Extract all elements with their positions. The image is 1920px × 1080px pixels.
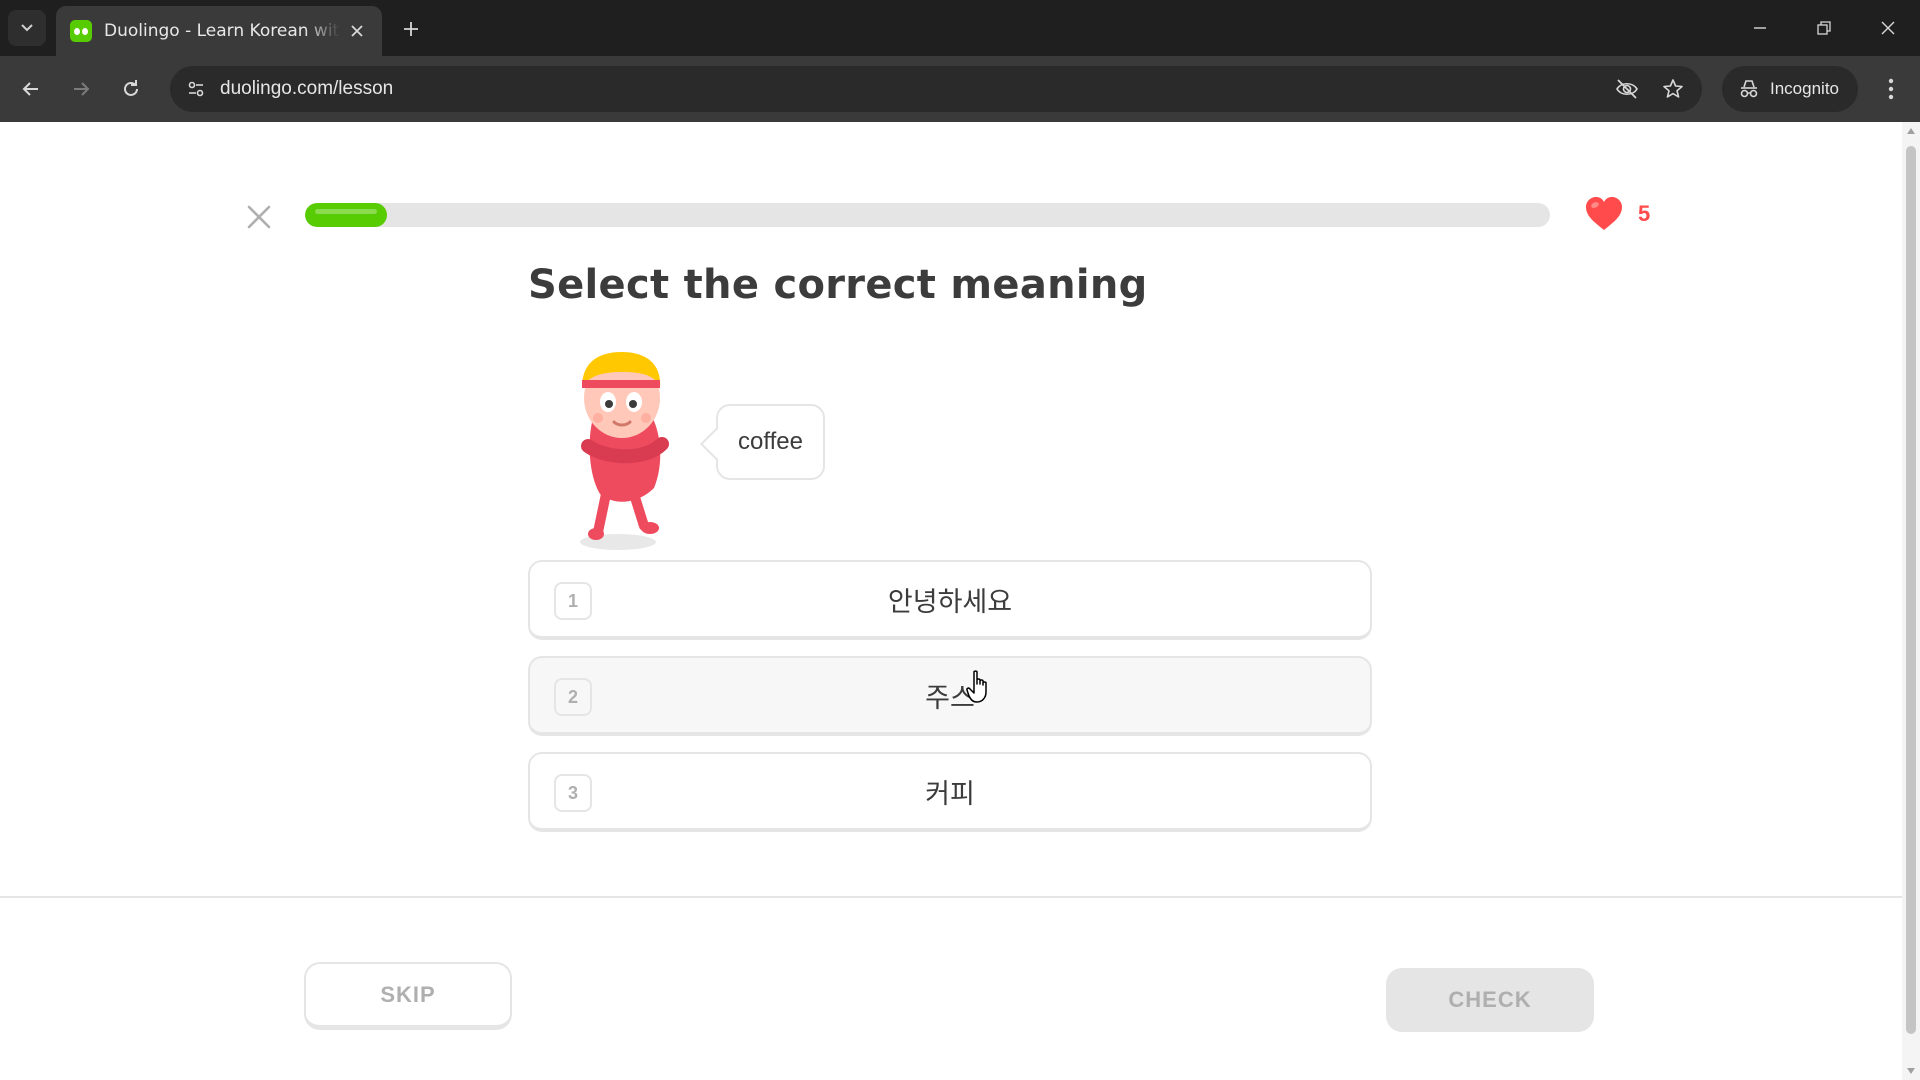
address-bar[interactable]: duolingo.com/lesson	[170, 66, 1702, 112]
choice-number: 3	[554, 774, 592, 812]
triangle-up-icon	[1907, 128, 1915, 134]
speech-bubble-word: coffee	[738, 428, 803, 455]
choice-number: 2	[554, 678, 592, 716]
duolingo-favicon	[70, 20, 92, 42]
scrollbar-thumb[interactable]	[1906, 146, 1916, 1034]
url-text[interactable]: duolingo.com/lesson	[220, 78, 393, 100]
close-icon	[247, 205, 271, 229]
tracking-protection-button[interactable]	[1612, 74, 1642, 104]
eye-off-icon	[1616, 79, 1638, 99]
quit-lesson-button[interactable]	[242, 200, 276, 234]
browser-toolbar: duolingo.com/lesson Incognito	[0, 56, 1920, 122]
new-tab-button[interactable]	[396, 14, 426, 44]
lesson-page: 5 Select the correct meaning coffee 1 안녕…	[0, 122, 1902, 1080]
lesson-progress-fill	[305, 203, 388, 227]
character-illustration	[580, 352, 669, 550]
choice-text: 커피	[925, 778, 975, 810]
window-close-button[interactable]	[1868, 10, 1908, 46]
browser-tab-bar: Duolingo - Learn Korean with lessons	[0, 0, 1920, 56]
choice-option-1[interactable]: 1 안녕하세요	[528, 560, 1372, 640]
plus-icon	[404, 22, 418, 36]
speech-bubble: coffee	[716, 404, 825, 480]
back-icon	[22, 82, 38, 96]
star-icon	[1663, 79, 1683, 98]
answer-choices: 1 안녕하세요 2 주스 3 커피	[528, 560, 1372, 848]
chevron-down-icon	[21, 24, 33, 32]
footer-divider	[0, 896, 1902, 898]
incognito-label: Incognito	[1770, 79, 1839, 98]
incognito-icon	[1740, 80, 1758, 98]
browser-menu-button[interactable]	[1874, 72, 1908, 106]
hearts-counter[interactable]: 5	[1584, 196, 1650, 232]
scroll-up-arrow[interactable]	[1906, 126, 1916, 136]
pointer-cursor-icon	[966, 670, 987, 703]
forward-icon	[74, 82, 90, 96]
reload-icon	[124, 80, 138, 96]
site-info-icon	[188, 81, 204, 97]
heart-icon	[1586, 197, 1622, 230]
tab-title: Duolingo - Learn Korean with lessons	[104, 21, 340, 41]
challenge-prompt: Select the correct meaning	[528, 262, 1148, 308]
minimize-button[interactable]	[1740, 10, 1780, 46]
more-icon	[1888, 78, 1894, 100]
page-scrollbar[interactable]	[1902, 122, 1920, 1080]
back-button[interactable]	[14, 72, 48, 106]
restore-button[interactable]	[1804, 10, 1844, 46]
choice-number: 1	[554, 582, 592, 620]
choice-text: 안녕하세요	[887, 586, 1013, 618]
skip-button[interactable]: SKIP	[304, 962, 512, 1030]
tab-close-button[interactable]	[346, 20, 368, 42]
minimize-icon	[1754, 27, 1766, 29]
choice-option-2[interactable]: 2 주스	[528, 656, 1372, 736]
hearts-count: 5	[1638, 201, 1651, 226]
choice-option-3[interactable]: 3 커피	[528, 752, 1372, 832]
site-info-button[interactable]	[180, 73, 212, 105]
bookmark-button[interactable]	[1658, 74, 1688, 104]
tab-search-button[interactable]	[8, 10, 46, 46]
reload-button[interactable]	[114, 72, 148, 106]
forward-button[interactable]	[64, 72, 98, 106]
close-icon	[351, 25, 363, 37]
incognito-badge[interactable]: Incognito	[1722, 66, 1858, 112]
lesson-progress-bar	[305, 203, 1550, 227]
check-button[interactable]: CHECK	[1386, 968, 1594, 1032]
triangle-down-icon	[1907, 1068, 1915, 1074]
scroll-down-arrow[interactable]	[1906, 1066, 1916, 1076]
restore-icon	[1817, 21, 1831, 35]
browser-tab-duolingo[interactable]: Duolingo - Learn Korean with lessons	[56, 6, 382, 56]
close-icon	[1881, 21, 1895, 35]
